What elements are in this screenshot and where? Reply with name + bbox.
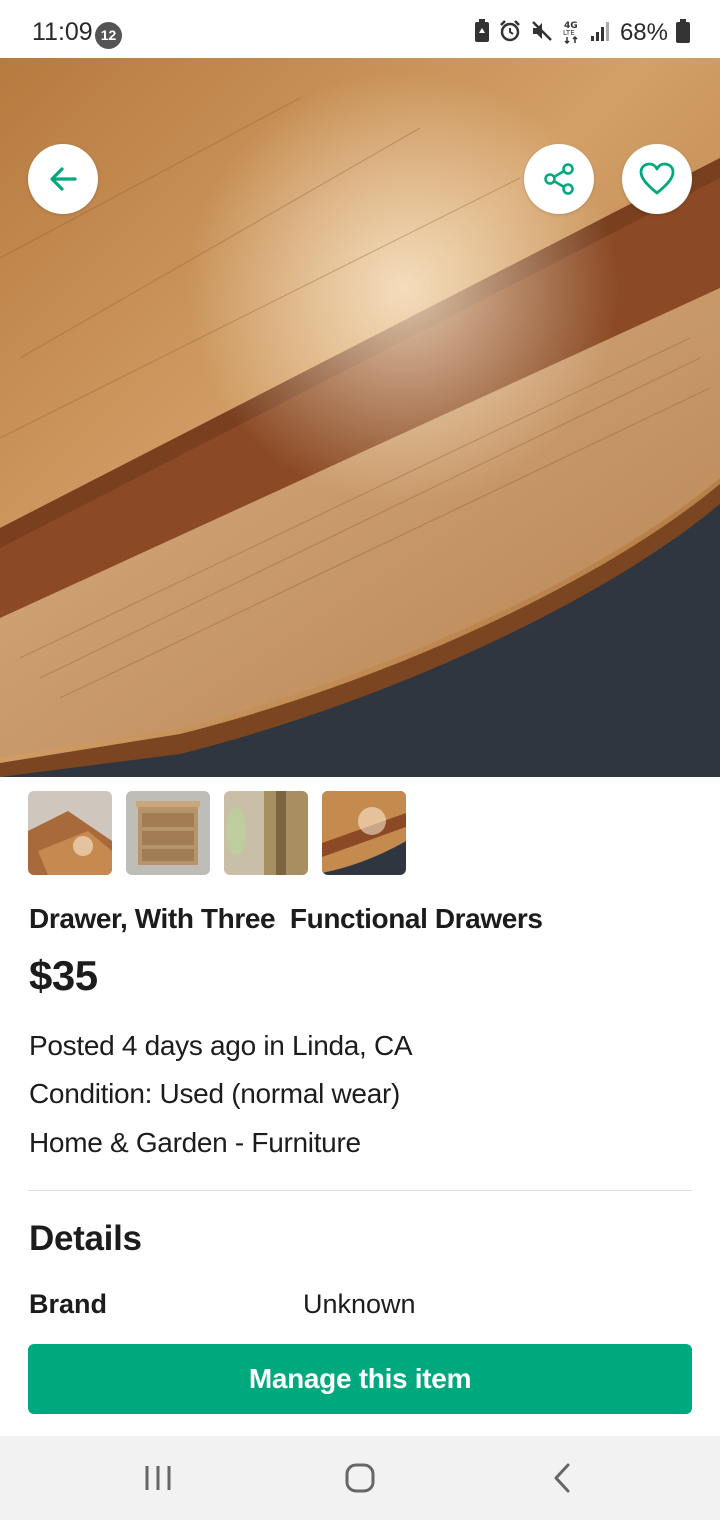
- wood-table-edge-photo: [0, 58, 720, 777]
- status-icons: 4G LTE 68%: [474, 18, 690, 48]
- back-icon: [554, 1463, 570, 1493]
- notification-count-badge: 12: [95, 22, 122, 49]
- divider: [28, 1190, 692, 1191]
- back-button[interactable]: [28, 144, 98, 214]
- thumbnail-2[interactable]: [126, 791, 210, 875]
- recents-icon: [145, 1466, 171, 1490]
- condition-info: Condition: Used (normal wear): [29, 1078, 401, 1109]
- listing-title: Drawer, With Three Functional Drawers: [29, 903, 543, 934]
- share-icon: [544, 163, 574, 195]
- status-bar: 11:09 12 4G LTE 68%: [0, 0, 720, 58]
- manage-item-button[interactable]: Manage this item: [28, 1344, 692, 1414]
- nav-back-button[interactable]: [502, 1436, 622, 1520]
- status-time: 11:09: [32, 18, 93, 46]
- svg-text:LTE: LTE: [563, 29, 575, 37]
- detail-value-brand: Unknown: [303, 1289, 416, 1319]
- alarm-icon: [498, 19, 522, 48]
- thumbnail-1[interactable]: [28, 791, 112, 875]
- listing-price: $35: [29, 952, 98, 999]
- battery-icon: [676, 18, 690, 48]
- home-button[interactable]: [300, 1436, 420, 1520]
- details-heading: Details: [29, 1219, 142, 1258]
- battery-saver-icon: [474, 18, 490, 48]
- recents-button[interactable]: [98, 1436, 218, 1520]
- posted-info: Posted 4 days ago in Linda, CA: [29, 1030, 413, 1061]
- share-button[interactable]: [524, 144, 594, 214]
- thumbnail-strip: [28, 791, 406, 875]
- detail-key-brand: Brand: [29, 1289, 108, 1319]
- favorite-button[interactable]: [622, 144, 692, 214]
- signal-icon: [590, 20, 612, 47]
- back-arrow-icon: [50, 167, 77, 191]
- thumbnail-4[interactable]: [322, 791, 406, 875]
- category-info[interactable]: Home & Garden - Furniture: [29, 1127, 361, 1159]
- heart-icon: [639, 162, 675, 195]
- mute-icon: [530, 19, 554, 48]
- 4g-lte-icon: 4G LTE: [562, 18, 582, 49]
- system-nav-bar: [0, 1436, 720, 1520]
- thumbnail-3[interactable]: [224, 791, 308, 875]
- home-icon: [345, 1463, 375, 1493]
- listing-photo[interactable]: [0, 58, 720, 777]
- battery-percent: 68%: [619, 19, 668, 46]
